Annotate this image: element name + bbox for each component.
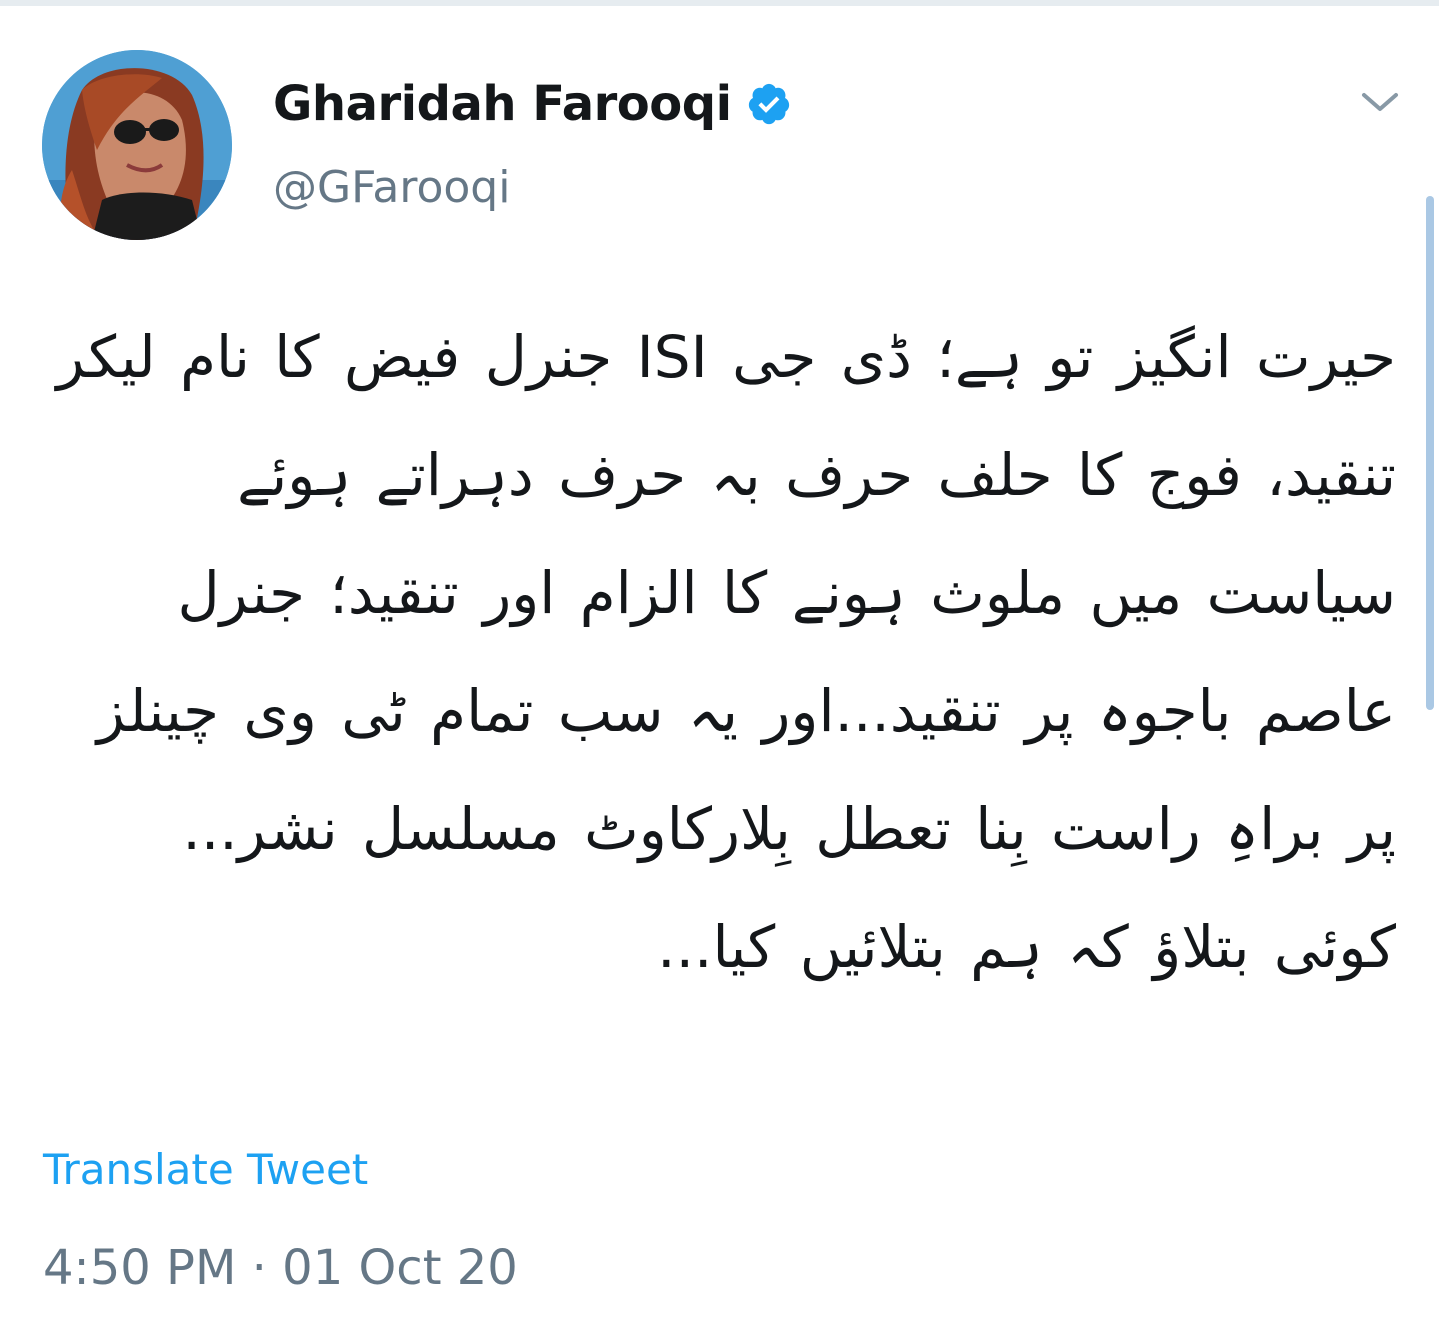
tweet-page: Gharidah Farooqi @GFarooqi حیرت انگیز تو… [0,0,1439,1339]
verified-badge-icon [748,83,789,125]
top-divider [0,0,1439,6]
chevron-down-icon [1362,93,1398,111]
display-name-text: Gharidah Farooqi [273,76,732,132]
translate-tweet-link[interactable]: Translate Tweet [43,1145,368,1194]
tweet-text: حیرت انگیز تو ہے؛ ڈی جی ISI جنرل فیض کا … [56,323,1396,981]
avatar[interactable] [42,50,232,240]
user-handle[interactable]: @GFarooqi [273,162,510,213]
scrollbar[interactable] [1426,196,1434,710]
avatar-photo [42,50,232,240]
tweet-menu-button[interactable] [1352,80,1408,124]
tweet-timestamp[interactable]: 4:50 PM · 01 Oct 20 [43,1240,518,1296]
display-name[interactable]: Gharidah Farooqi [273,72,792,136]
